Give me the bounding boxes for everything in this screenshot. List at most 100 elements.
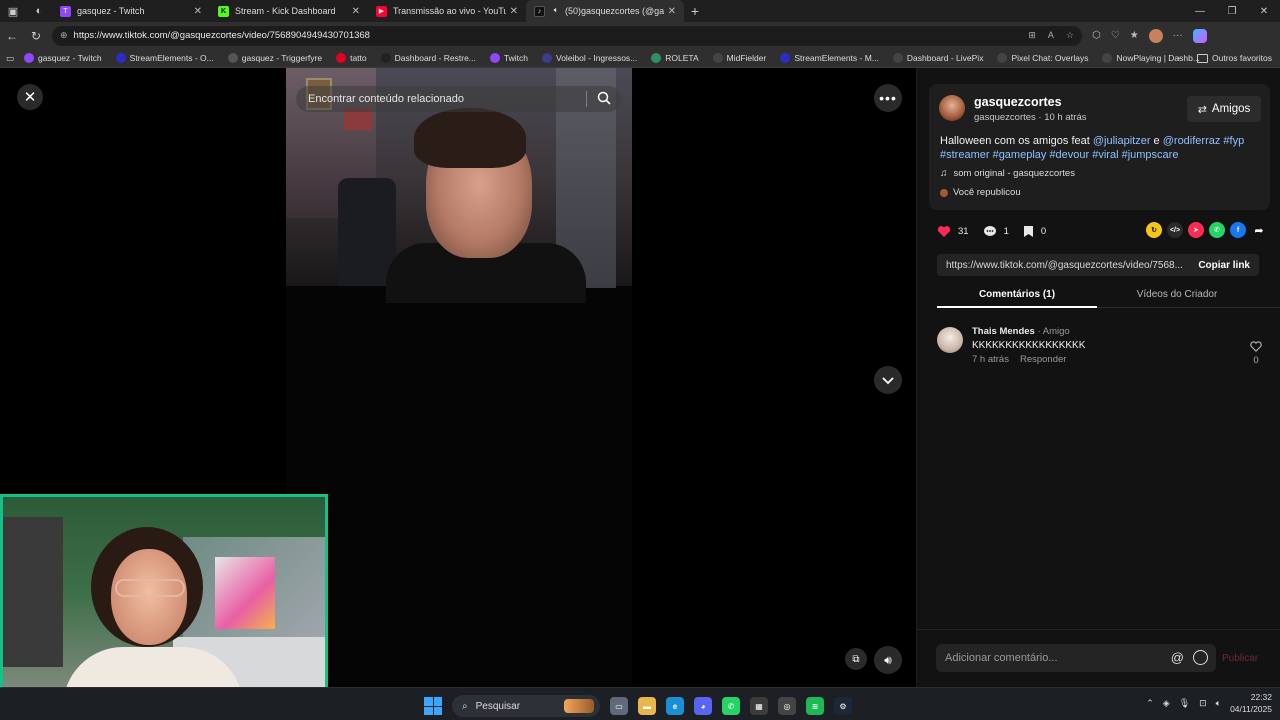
video-player[interactable] xyxy=(286,68,632,687)
settings-more-icon[interactable]: ··· xyxy=(1173,30,1183,41)
tray-app-icon[interactable]: ◈ xyxy=(1163,698,1170,709)
tab-actions-icon[interactable]: ▣ xyxy=(0,0,26,22)
whatsapp-app-icon[interactable]: ✆ xyxy=(722,697,740,715)
reply-button[interactable]: Responder xyxy=(1020,354,1066,365)
discord-icon[interactable]: ◕ xyxy=(694,697,712,715)
mention-at-icon[interactable]: @ xyxy=(1171,650,1184,665)
reposted-label: Você republicou xyxy=(953,187,1021,198)
comment-like-button[interactable]: 0 xyxy=(1249,341,1263,366)
repost-share-icon[interactable]: ↻ xyxy=(1146,222,1162,238)
task-view-icon[interactable]: ▭ xyxy=(610,697,628,715)
file-explorer-icon[interactable]: ▬ xyxy=(638,697,656,715)
bookmark-nowplaying[interactable]: NowPlaying | Dashb... xyxy=(1102,53,1200,63)
restore-icon[interactable]: ❐ xyxy=(1216,0,1248,22)
picture-in-picture-icon[interactable]: ⧉ xyxy=(845,648,867,670)
close-tab-icon[interactable]: ✕ xyxy=(352,6,360,17)
obs-icon[interactable]: ◎ xyxy=(778,697,796,715)
facebook-icon[interactable]: f xyxy=(1230,222,1246,238)
speaker-icon[interactable]: 🔈︎ xyxy=(551,6,561,17)
like-button[interactable]: 31 xyxy=(937,225,969,238)
reload-icon[interactable]: ↻ xyxy=(24,22,48,49)
network-icon[interactable]: ⊡ xyxy=(1199,698,1207,709)
bookmark-tatto[interactable]: tatto xyxy=(336,53,367,63)
profile-avatar[interactable] xyxy=(1148,28,1163,43)
bookmark-voleibol[interactable]: Voleibol - Ingressos... xyxy=(542,53,637,63)
bookmark-roleta[interactable]: ROLETA xyxy=(651,53,699,63)
emoji-icon[interactable] xyxy=(1193,650,1208,665)
embed-icon[interactable]: </> xyxy=(1167,222,1183,238)
close-icon[interactable]: ✕ xyxy=(17,84,43,110)
whatsapp-icon[interactable]: ✆ xyxy=(1209,222,1225,238)
app-icon[interactable]: ▦ xyxy=(750,697,768,715)
tab-twitch[interactable]: T gasquez - Twitch ✕ xyxy=(52,0,210,22)
edge-icon[interactable]: e xyxy=(666,697,684,715)
copilot-icon[interactable] xyxy=(1192,28,1207,43)
volume-icon[interactable]: 🔊︎ xyxy=(874,646,902,674)
bookmark-streamelements-o[interactable]: StreamElements - O... xyxy=(115,53,214,63)
author-name[interactable]: gasquezcortes xyxy=(974,95,1062,109)
favorites-icon[interactable]: ★ xyxy=(1130,30,1139,41)
bookmarks-menu-icon[interactable]: ▭ xyxy=(6,53,14,64)
bookmark-livepix[interactable]: Dashboard - LivePix xyxy=(892,53,983,63)
chevron-right-icon[interactable]: › xyxy=(1177,53,1180,64)
commenter-name[interactable]: Thais Mendes · Amigo xyxy=(972,326,1070,337)
author-avatar[interactable] xyxy=(939,95,965,121)
tab-creator-videos[interactable]: Vídeos do Criador xyxy=(1097,284,1257,307)
send-to-friends-icon[interactable]: ➤ xyxy=(1188,222,1204,238)
copy-link-button[interactable]: Copiar link xyxy=(1198,260,1259,271)
favorite-star-icon[interactable]: ☆ xyxy=(1066,30,1074,41)
extensions-icon[interactable]: ⬡ xyxy=(1092,30,1101,41)
back-icon[interactable]: ← xyxy=(0,22,24,49)
taskbar-search[interactable]: ⌕ Pesquisar xyxy=(452,695,600,717)
bookmark-pixel-chat[interactable]: Pixel Chat: Overlays xyxy=(997,53,1088,63)
volume-tray-icon[interactable]: 🔈︎ xyxy=(1216,698,1221,709)
search-highlight-image xyxy=(564,699,594,713)
share-arrow-icon[interactable]: ➦ xyxy=(1251,222,1267,238)
app-available-icon[interactable]: ⊞ xyxy=(1028,30,1036,41)
mention-link[interactable]: @rodiferraz xyxy=(1163,135,1221,147)
address-bar[interactable]: ⊕ https://www.tiktok.com/@gasquezcortes/… xyxy=(52,25,1082,46)
steam-icon[interactable]: ⚙ xyxy=(834,697,852,715)
bookmark-restream[interactable]: Dashboard - Restre... xyxy=(380,53,476,63)
next-video-chevron-down-icon[interactable] xyxy=(874,366,902,394)
windows-start-icon[interactable] xyxy=(424,697,442,715)
bookmark-midfielder[interactable]: MidFielder xyxy=(712,53,766,63)
new-tab-button[interactable]: + xyxy=(684,0,706,22)
tray-chevron-up-icon[interactable]: ⌃ xyxy=(1146,698,1154,709)
profile-tab-icon[interactable]: ◐ xyxy=(26,0,52,22)
close-tab-icon[interactable]: ✕ xyxy=(668,6,676,17)
publish-button[interactable]: Publicar xyxy=(1222,653,1258,664)
mention-link[interactable]: @juliapitzer xyxy=(1093,135,1151,147)
tab-kick[interactable]: K Stream - Kick Dashboard ✕ xyxy=(210,0,368,22)
minimize-icon[interactable]: — xyxy=(1184,0,1216,22)
taskbar-apps: ⌕ Pesquisar ▭ ▬ e ◕ ✆ ▦ ◎ ≋ ⚙ xyxy=(424,695,852,717)
close-tab-icon[interactable]: ✕ xyxy=(510,6,518,17)
tab-tiktok[interactable]: ♪ 🔈︎ (50)gasquezcortes (@gasque ✕ xyxy=(526,0,684,22)
commenter-avatar[interactable] xyxy=(937,327,963,353)
taskbar-clock[interactable]: 22:32 04/11/2025 xyxy=(1230,691,1272,715)
related-search-input[interactable]: Encontrar conteúdo relacionado xyxy=(296,86,621,112)
bookmark-twitch[interactable]: Twitch xyxy=(489,53,528,63)
bookmark-gasquez-twitch[interactable]: gasquez - Twitch xyxy=(24,53,102,63)
tab-comments[interactable]: Comentários (1) xyxy=(937,284,1097,308)
spotify-icon[interactable]: ≋ xyxy=(806,697,824,715)
read-aloud-icon[interactable]: A xyxy=(1048,30,1054,41)
comment-button[interactable]: 1 xyxy=(983,225,1009,238)
tab-youtube[interactable]: ▶ Transmissão ao vivo - YouTube St ✕ xyxy=(368,0,526,22)
bookmark-triggerfyre[interactable]: gasquez - Triggerfyre xyxy=(227,53,322,63)
microphone-icon[interactable]: 🎙︎ xyxy=(1179,698,1190,709)
bookmark-label: StreamElements - O... xyxy=(129,53,214,63)
comment-count: 1 xyxy=(1003,225,1009,237)
more-options-icon[interactable]: ••• xyxy=(874,84,902,112)
friends-button[interactable]: ⇄ Amigos xyxy=(1187,96,1261,122)
music-link[interactable]: ♫ som original - gasquezcortes xyxy=(940,168,1075,179)
save-button[interactable]: 0 xyxy=(1023,225,1046,238)
close-tab-icon[interactable]: ✕ xyxy=(194,6,202,17)
bookmark-streamelements-m[interactable]: StreamElements - M... xyxy=(780,53,879,63)
close-window-icon[interactable]: ✕ xyxy=(1248,0,1280,22)
comment-input[interactable]: Adicionar comentário... @ xyxy=(936,644,1216,672)
browser-essentials-icon[interactable]: ♡ xyxy=(1111,30,1120,41)
other-favorites[interactable]: Outros favoritos xyxy=(1197,53,1272,63)
site-info-icon[interactable]: ⊕ xyxy=(60,30,68,41)
search-icon[interactable] xyxy=(597,91,611,105)
